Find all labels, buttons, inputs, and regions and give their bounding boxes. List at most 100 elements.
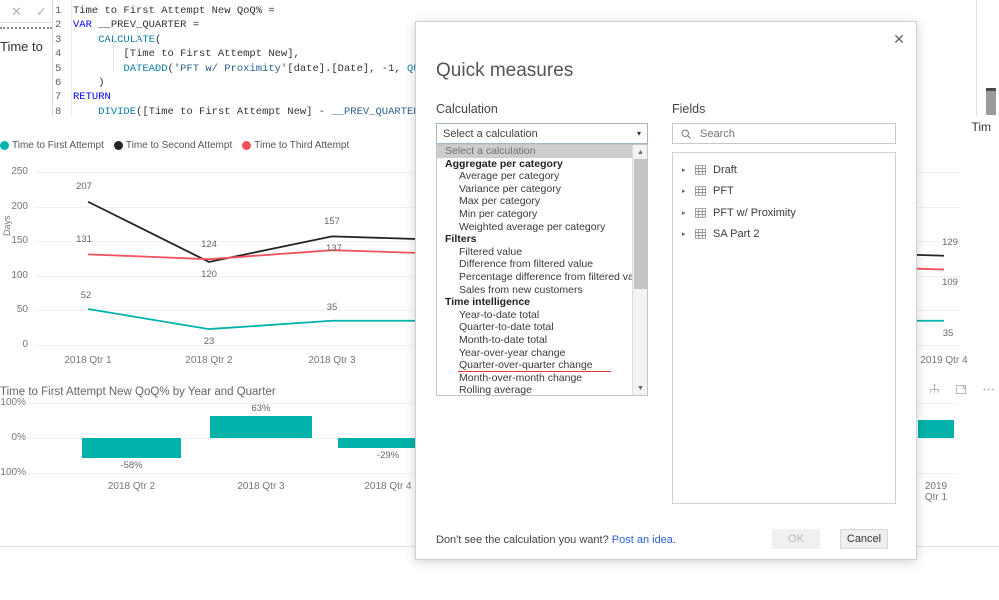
calculation-option[interactable]: Select a calculation (437, 145, 633, 158)
table-icon (695, 165, 706, 175)
right-pane (976, 0, 999, 120)
chevron-right-icon[interactable]: ▸ (682, 209, 688, 217)
calculation-option[interactable]: Quarter-to-date total (437, 321, 633, 334)
y-axis-tick: 0% (11, 432, 26, 443)
chevron-right-icon[interactable]: ▸ (682, 230, 688, 238)
calculation-options-list[interactable]: Select a calculation Aggregate per catego… (436, 144, 648, 396)
bar[interactable] (82, 438, 181, 459)
data-label: 35 (326, 301, 338, 313)
line-number: 7 (55, 91, 62, 104)
x-axis-tick: 2019 Qtr 1 (924, 481, 948, 503)
code-text: RETURN (73, 91, 111, 104)
data-label: 109 (942, 276, 958, 288)
table-icon (695, 229, 706, 239)
calculation-option[interactable]: Filtered value (437, 246, 633, 259)
indent-guide (113, 28, 114, 72)
table-icon (695, 186, 706, 196)
chevron-right-icon[interactable]: ▸ (682, 187, 688, 195)
line-chart-legend[interactable]: Time to First Attempt Time to Second Atte… (0, 138, 355, 152)
code-text: DATEADD('PFT w/ Proximity'[date].[Date],… (123, 62, 457, 75)
scroll-down-icon[interactable]: ▼ (633, 381, 647, 395)
calculation-option[interactable]: Month-over-month change (437, 372, 633, 385)
legend-label: Time to Second Attempt (125, 139, 233, 151)
indent-guide (137, 28, 138, 72)
search-input[interactable] (698, 126, 872, 141)
footer-hint-text: Don't see the calculation you want? (436, 534, 612, 546)
close-icon[interactable]: ✕ (888, 28, 910, 50)
legend-marker-icon (0, 140, 9, 150)
x-axis-tick: 2018 Qtr 3 (237, 481, 285, 492)
calculation-list-scrollbar[interactable]: ▲ ▼ (632, 145, 647, 395)
option-group-header: Time intelligence (445, 296, 530, 309)
calculation-options-inner: Select a calculation Aggregate per catego… (437, 145, 647, 395)
field-table-row[interactable]: ▸ PFT (673, 181, 895, 203)
checkmark-icon[interactable]: ✓ (36, 5, 47, 18)
ok-button[interactable]: OK (772, 529, 820, 549)
calculation-select[interactable]: Select a calculation ▾ (436, 123, 648, 144)
calculation-option[interactable]: Weighted average per category (437, 221, 633, 234)
chevron-right-icon[interactable]: ▸ (682, 166, 688, 174)
calculation-option[interactable]: Average per category (437, 170, 633, 183)
legend-marker-icon (242, 140, 252, 150)
calculation-option[interactable]: Max per category (437, 195, 633, 208)
calculation-option[interactable]: Month-to-date total (437, 334, 633, 347)
data-label: 52 (80, 290, 92, 302)
post-an-idea-link[interactable]: Post an idea. (612, 534, 676, 546)
legend-label: Time to Third Attempt (254, 139, 350, 151)
calculation-scrollbar-thumb[interactable] (634, 159, 647, 289)
data-label: 157 (324, 216, 340, 228)
legend-item[interactable]: Time to Third Attempt (242, 140, 349, 151)
option-group-header: Aggregate per category (445, 157, 563, 170)
data-label: 137 (326, 243, 342, 255)
y-axis-tick: 100% (0, 397, 26, 408)
legend-item[interactable]: Time to First Attempt (0, 140, 104, 151)
code-text: [Time to First Attempt New], (73, 48, 300, 61)
data-label: 124 (201, 239, 217, 251)
scroll-up-icon[interactable]: ▲ (633, 145, 647, 159)
data-label: 23 (203, 336, 215, 348)
line-number: 2 (55, 19, 62, 32)
editor-gutter-divider (71, 0, 72, 116)
code-text: Time to First Attempt New QoQ% = (73, 5, 275, 17)
field-table-row[interactable]: ▸ PFT w/ Proximity (673, 202, 895, 224)
line-number: 4 (55, 48, 62, 61)
calculation-option[interactable]: Year-over-year change (437, 347, 633, 360)
code-text: ) (73, 77, 105, 89)
line-number: 5 (55, 62, 62, 75)
bar[interactable] (918, 419, 954, 438)
fields-search-box[interactable] (672, 123, 896, 144)
calculation-option[interactable]: Sales from new customers (437, 284, 633, 297)
field-table-label: PFT (713, 185, 734, 198)
measure-name-label: Time to (0, 38, 43, 54)
calculation-option[interactable]: Variance per category (437, 183, 633, 196)
calculation-option[interactable]: Min per category (437, 208, 633, 221)
data-label: -58% (120, 460, 143, 472)
data-label: 129 (942, 236, 958, 248)
y-axis-tick: -100% (0, 467, 26, 478)
fields-tree[interactable]: ▸ Draft ▸ PFT ▸ PFT w/ Proximity ▸ SA Part 2 (672, 152, 896, 504)
bar[interactable] (210, 415, 312, 438)
close-icon[interactable]: ✕ (11, 5, 22, 18)
data-label: 120 (201, 268, 217, 280)
calculation-option[interactable]: Quarter-over-quarter change (437, 359, 633, 372)
field-table-label: PFT w/ Proximity (713, 206, 796, 219)
formula-divider (0, 27, 52, 29)
code-text: CALCULATE( (98, 33, 162, 46)
right-scrollbar-thumb[interactable] (986, 88, 996, 115)
calculation-option[interactable]: Year-to-date total (437, 309, 633, 322)
field-table-label: Draft (713, 163, 737, 176)
cancel-button[interactable]: Cancel (840, 529, 888, 549)
data-label: 131 (76, 234, 92, 246)
legend-marker-icon (113, 140, 123, 150)
field-table-row[interactable]: ▸ Draft (673, 159, 895, 181)
table-icon (695, 208, 706, 218)
quick-measures-dialog: ✕ Quick measures Calculation Fields Sele… (415, 21, 917, 560)
calculation-option[interactable]: Rolling average (437, 384, 633, 395)
calculation-option[interactable]: Percentage difference from filtered valu… (437, 271, 647, 284)
formula-commit-controls: ✕ ✓ (0, 0, 59, 23)
calculation-option[interactable]: Difference from filtered value (437, 258, 633, 271)
legend-label: Time to First Attempt (12, 139, 104, 151)
line-number: 3 (55, 33, 62, 46)
legend-item[interactable]: Time to Second Attempt (113, 139, 233, 151)
field-table-row[interactable]: ▸ SA Part 2 (673, 224, 895, 246)
